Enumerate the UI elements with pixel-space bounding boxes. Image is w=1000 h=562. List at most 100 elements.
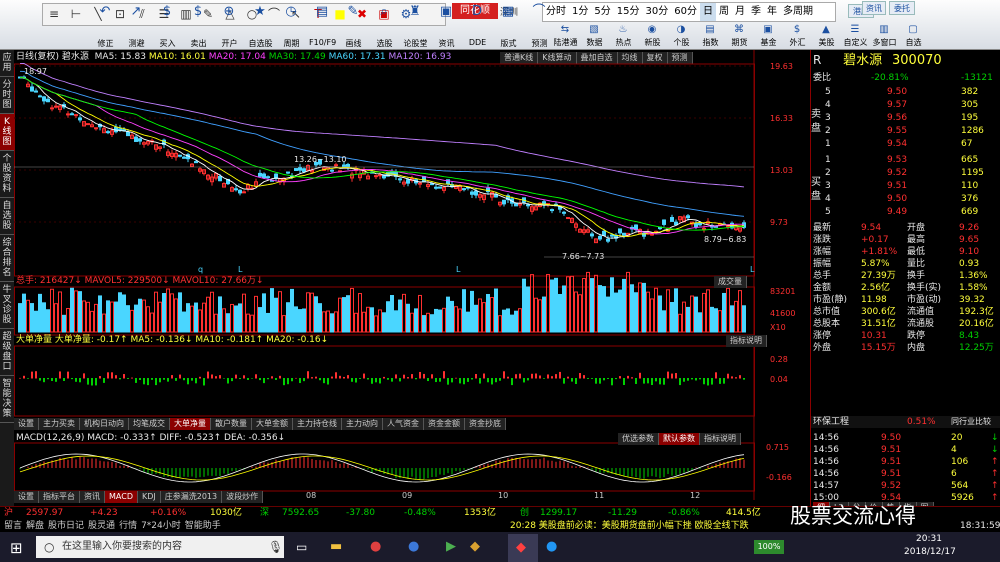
toolbar-button[interactable]: 个股 <box>668 37 695 48</box>
peer-compare-button[interactable]: 同行业比较 <box>951 416 991 428</box>
orderbook-row[interactable]: 3 9.56 195 <box>811 112 1000 124</box>
toolbar-button[interactable]: 数据 <box>581 37 608 48</box>
toolbar-button[interactable]: 论股堂 <box>402 38 429 49</box>
toolbar-button[interactable]: 基金 <box>755 37 782 48</box>
cursor-icon[interactable]: ≡ <box>43 4 65 24</box>
toolbar-button[interactable]: 预测 <box>526 38 553 49</box>
folder-icon[interactable]: ▬ <box>330 539 342 554</box>
orderbook-row[interactable]: 5 9.49 669 <box>811 206 1000 218</box>
status-link[interactable]: 7*24小时 <box>141 521 181 531</box>
tab-timeshare[interactable]: 分时图 <box>0 77 14 114</box>
period-tab[interactable]: 多周期 <box>780 3 816 21</box>
toolbar-button[interactable]: 陆港通 <box>552 37 579 48</box>
btn-default[interactable]: 默认参数 <box>659 433 700 445</box>
tab-kline[interactable]: K线图 <box>0 114 14 151</box>
period-tab[interactable]: 1分 <box>569 3 591 21</box>
tab-item[interactable]: 主力买卖 <box>39 418 80 430</box>
toolbar-button[interactable]: 资讯 <box>433 38 460 49</box>
tab-item[interactable]: 资讯 <box>80 491 105 503</box>
app-icon[interactable]: ◆ <box>470 539 480 554</box>
toolbar-button[interactable]: 多窗口 <box>871 37 898 48</box>
btn-explain[interactable]: 指标说明 <box>700 433 741 445</box>
news-button[interactable]: 资讯 <box>862 1 886 15</box>
tab-item[interactable]: 机构日动向 <box>80 418 129 430</box>
orderbook-row[interactable]: 2 9.52 1195 <box>811 167 1000 179</box>
tab-item[interactable]: 人气资金 <box>383 418 424 430</box>
app-icon[interactable]: ▶ <box>446 539 456 554</box>
battery-indicator[interactable]: 100% <box>754 540 784 554</box>
toolbar-button[interactable]: 周期 <box>278 38 305 49</box>
toolbar-button[interactable]: F10/F9 <box>309 38 336 47</box>
tab-item[interactable]: 指标平台 <box>39 491 80 503</box>
toolbar-button[interactable]: 新股 <box>639 37 666 48</box>
tab-item[interactable]: 主力动向 <box>342 418 383 430</box>
period-tab-day[interactable]: 日 <box>699 3 716 21</box>
status-link[interactable]: 股市日记 <box>48 521 84 531</box>
period-tab[interactable]: 季 <box>748 3 764 21</box>
toolbar-button[interactable]: 美股 <box>813 37 840 48</box>
news-ticker[interactable]: 20:28 美股盘前必读：美股期货盘前小幅下挫 欧股全线下跌 <box>510 520 749 532</box>
orderbook-row[interactable]: 3 9.51 110 <box>811 180 1000 192</box>
app-icon[interactable]: ● <box>370 539 381 554</box>
period-tab[interactable]: 60分 <box>671 3 700 21</box>
toolbar-button[interactable]: 自选 <box>900 37 927 48</box>
ray-icon[interactable]: ⊢ <box>65 4 87 24</box>
period-tab[interactable]: 年 <box>764 3 780 21</box>
tab-item[interactable]: 波段炒作 <box>222 491 264 503</box>
ths-app-icon[interactable]: ◆ <box>508 534 538 562</box>
taskbar-search-input[interactable]: 在这里输入你要搜索的内容 <box>36 536 284 558</box>
app-icon[interactable]: ● <box>408 539 419 554</box>
order-button[interactable]: 委托 <box>889 1 915 15</box>
toolbar-button[interactable]: 版式 <box>495 38 522 49</box>
orderbook-row[interactable]: 1 9.54 67 <box>811 138 1000 150</box>
sector-name[interactable]: 环保工程 <box>813 417 849 427</box>
tab-item[interactable]: 大单金额 <box>252 418 293 430</box>
toolbar-button[interactable]: 画线 <box>340 38 367 49</box>
toolbar-button[interactable]: 指数 <box>697 37 724 48</box>
status-link[interactable]: 留言 <box>4 521 22 531</box>
period-tab[interactable]: 15分 <box>614 3 643 21</box>
orderbook-row[interactable]: 5 9.50 382 <box>811 86 1000 98</box>
tab-watchlist[interactable]: 自选股 <box>0 198 14 235</box>
tab-item[interactable]: 庄参漏洗2013 <box>160 491 223 503</box>
toolbar-button[interactable]: 期货 <box>726 37 753 48</box>
status-link[interactable]: 股灵通 <box>88 521 115 531</box>
tab-item[interactable]: 散户数量 <box>211 418 252 430</box>
windows-start-icon[interactable]: ⊞ <box>10 539 23 557</box>
tab-item[interactable]: 主力持仓线 <box>293 418 342 430</box>
period-tab[interactable]: 30分 <box>642 3 671 21</box>
chart-area[interactable]: 日线(复权) 碧水源 MA5: 15.83 MA10: 16.01 MA20: … <box>14 50 810 512</box>
orderbook-row[interactable]: 2 9.55 1286 <box>811 125 1000 137</box>
toolbar-button[interactable]: 测避 <box>123 38 150 49</box>
tab-orderbook[interactable]: 超级盘口 <box>0 329 14 376</box>
toolbar-button[interactable]: 买入 <box>154 38 181 49</box>
btn-optimize[interactable]: 优选参数 <box>618 433 659 445</box>
toolbar-button[interactable]: 卖出 <box>185 38 212 49</box>
tab-app[interactable]: 应用 <box>0 50 14 77</box>
period-tab[interactable]: 周 <box>716 3 732 21</box>
tab-diagnose[interactable]: 牛叉诊股 <box>0 282 14 329</box>
tab-decision[interactable]: 智能决策 <box>0 376 14 423</box>
toolbar-button[interactable]: DDE <box>464 38 491 47</box>
period-tab[interactable]: 月 <box>732 3 748 21</box>
mic-icon[interactable]: 🎙 <box>268 540 283 554</box>
toolbar-button[interactable]: 自选股 <box>247 38 274 49</box>
toolbar-button[interactable]: 开户 <box>216 38 243 49</box>
toolbar-button[interactable]: 选股 <box>371 38 398 49</box>
tab-item[interactable]: 资金金额 <box>424 418 465 430</box>
tab-item[interactable]: 均笔成交 <box>129 418 170 430</box>
volume-dropdown[interactable]: 成交量 <box>714 276 747 288</box>
toolbar-button[interactable]: 自定义 <box>842 37 869 48</box>
orderbook-row[interactable]: 1 9.53 665 <box>811 154 1000 166</box>
taskbar-date[interactable]: 2018/12/17 <box>904 547 956 557</box>
toolbar-button[interactable]: 修正 <box>92 38 119 49</box>
tab-ranking[interactable]: 综合排名 <box>0 235 14 282</box>
tab-item[interactable]: KDJ <box>137 491 161 503</box>
browser-icon[interactable]: ● <box>546 539 557 554</box>
tab-item[interactable]: 资金抄底 <box>465 418 506 430</box>
status-link[interactable]: 行情 <box>119 521 137 531</box>
period-tab[interactable]: 5分 <box>591 3 613 21</box>
tab-item[interactable]: 设置 <box>14 418 39 430</box>
status-link[interactable]: 解盘 <box>26 521 44 531</box>
tab-profile[interactable]: 个股资料 <box>0 151 14 198</box>
